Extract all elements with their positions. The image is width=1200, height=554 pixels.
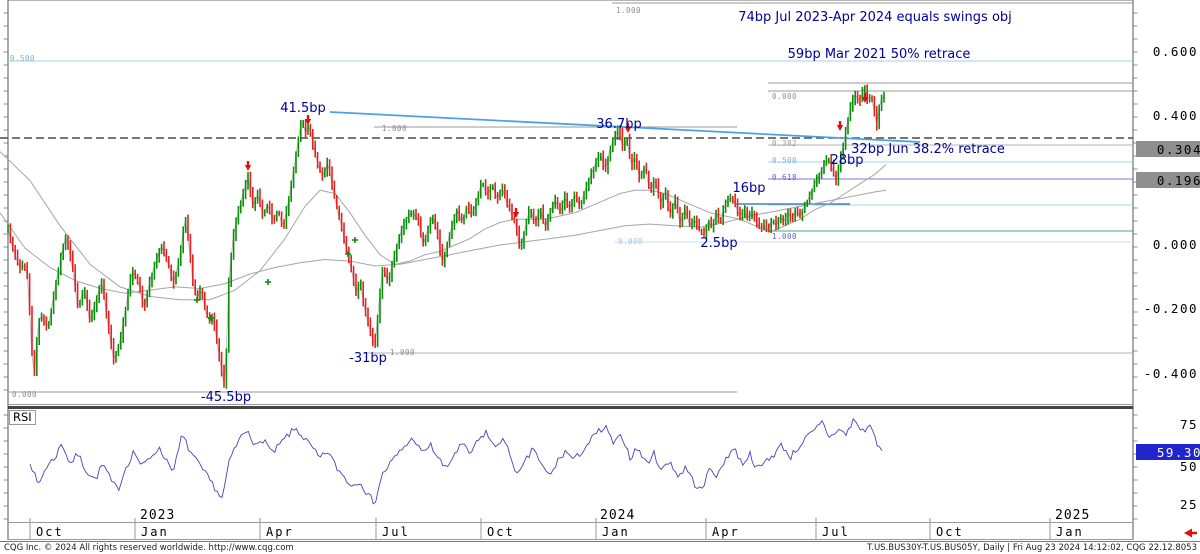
fib-level-label: 1.000	[390, 348, 415, 357]
fib-level-label: 0.000	[618, 237, 643, 246]
timeline-month-label: Jul	[822, 525, 850, 539]
price-axis-label: 0.196	[1136, 172, 1200, 188]
fib-level-label: 0.000	[772, 92, 797, 101]
timeline-month-label: Jan	[1056, 525, 1084, 539]
timeline-month-label: Apr	[712, 525, 740, 539]
price-axis-label: 0.600	[1136, 44, 1198, 59]
price-annotation: 2.5bp	[700, 236, 737, 251]
rsi-axis-label: 25	[1136, 497, 1198, 512]
price-annotation: 36.7bp	[596, 117, 641, 132]
price-axis-label: -0.200	[1136, 301, 1198, 316]
cqg-spread-chart: 74bp Jul 2023-Apr 2024 equals swings obj…	[0, 0, 1200, 554]
timeline-month-label: Jan	[602, 525, 630, 539]
fib-level-label: 1.000	[616, 6, 641, 15]
price-axis-label: 0.000	[1136, 237, 1198, 252]
status-bar-copyright: CQG Inc. © 2024 All rights reserved worl…	[4, 543, 294, 553]
fib-level-label: 0.618	[772, 173, 797, 182]
timeline-month-label: Oct	[36, 525, 64, 539]
price-annotation: 28bp	[830, 153, 863, 168]
price-annotation: 41.5bp	[280, 101, 325, 116]
timeline-year-label: 2023	[140, 508, 175, 523]
rsi-pane-title: RSI	[9, 410, 36, 425]
fib-level-label: 1.000	[382, 124, 407, 133]
price-annotation: 59bp Mar 2021 50% retrace	[788, 47, 971, 62]
price-axis-label: -0.400	[1136, 366, 1198, 381]
timeline-month-label: Apr	[266, 525, 294, 539]
rsi-current-value: 59.30	[1136, 444, 1200, 460]
chart-canvas[interactable]	[0, 0, 1200, 554]
fib-level-label: 1.000	[772, 232, 797, 241]
price-axis-label: 0.304	[1136, 141, 1200, 157]
fib-level-label: 0.500	[772, 156, 797, 165]
price-annotation: -45.5bp	[201, 390, 251, 405]
price-annotation: 32bp Jun 38.2% retrace	[851, 142, 1005, 157]
fib-level-label: 0.500	[10, 54, 35, 63]
timeline-month-label: Oct	[936, 525, 964, 539]
rsi-axis-label: 50	[1136, 459, 1198, 474]
timeline-month-label: Oct	[487, 525, 515, 539]
fib-level-label: 0.382	[772, 139, 797, 148]
timeline-year-label: 2025	[1055, 508, 1090, 523]
fib-level-label: 0.000	[12, 390, 37, 399]
price-annotation: -31bp	[349, 351, 387, 366]
timeline-year-label: 2024	[600, 508, 635, 523]
timeline-month-label: Jan	[141, 525, 169, 539]
price-annotation: 16bp	[732, 181, 765, 196]
timeline-month-label: Jul	[382, 525, 410, 539]
price-axis-label: 0.400	[1136, 108, 1198, 123]
rsi-axis-label: 75	[1136, 417, 1198, 432]
price-annotation: 74bp Jul 2023-Apr 2024 equals swings obj	[738, 10, 1012, 25]
status-bar-symbol-info: T.US.BUS30Y-T.US.BUS05Y, Daily | Fri Aug…	[867, 543, 1197, 553]
